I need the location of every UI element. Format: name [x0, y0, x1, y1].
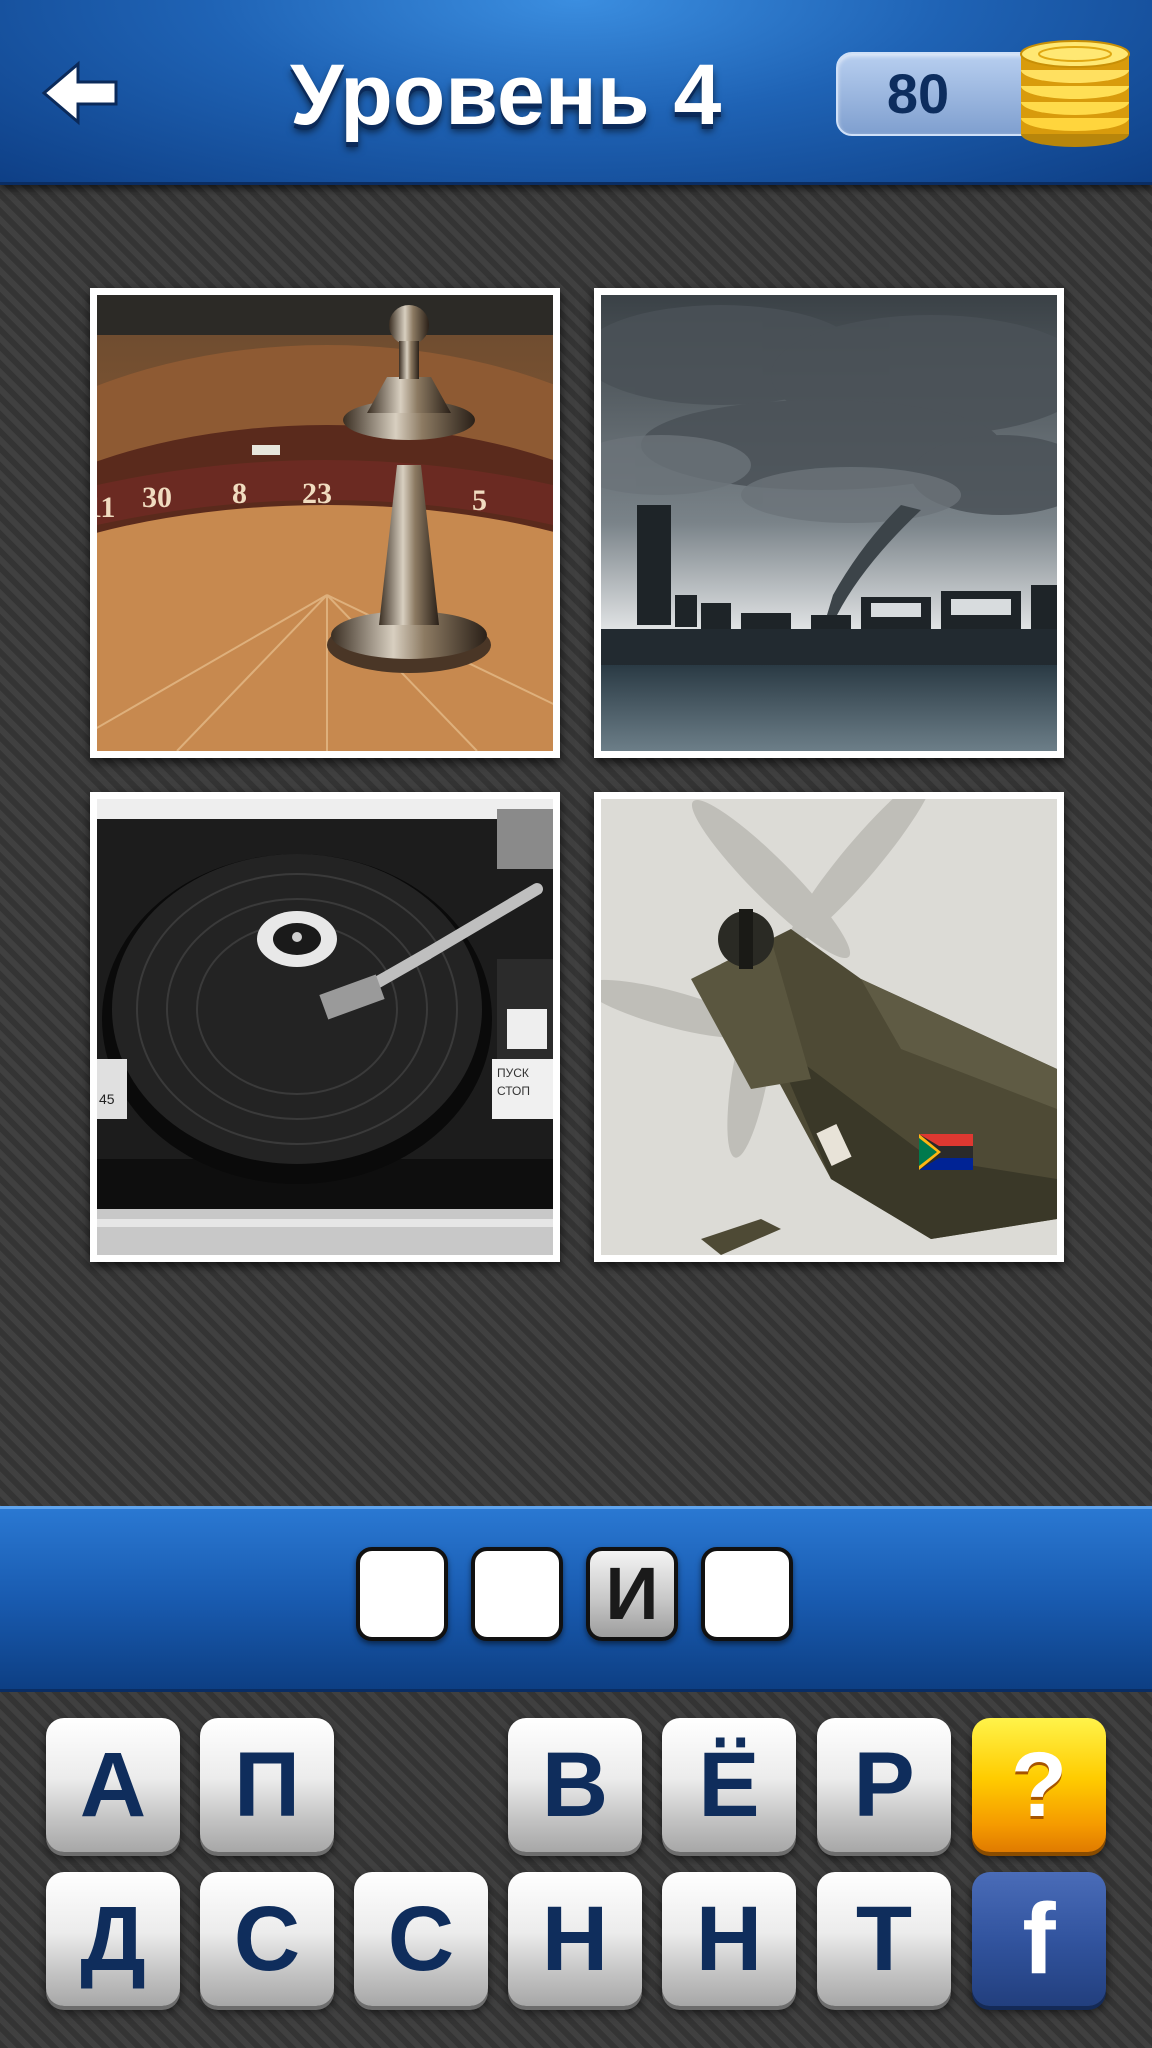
picture-turntable[interactable]: 45 ПУСК СТОП: [90, 792, 560, 1262]
answer-slot[interactable]: [471, 1547, 563, 1641]
roulette-image: 11 30 8 23 5: [97, 295, 553, 751]
letter-key[interactable]: Н: [662, 1872, 796, 2006]
letter-key[interactable]: Д: [46, 1872, 180, 2006]
picture-helicopter[interactable]: [594, 792, 1064, 1262]
answer-slot[interactable]: [701, 1547, 793, 1641]
coin-count: 80: [886, 62, 950, 125]
play-label: ПУСК: [497, 1066, 529, 1080]
tornado-image: [601, 295, 1057, 751]
facebook-button[interactable]: f: [972, 1872, 1106, 2006]
roulette-number: 30: [142, 481, 172, 514]
top-bar: Уровень 4 80: [0, 0, 1152, 185]
roulette-number: 8: [232, 477, 247, 510]
level-title: Уровень 4: [290, 47, 722, 143]
hint-button[interactable]: ?: [972, 1718, 1106, 1852]
letter-key[interactable]: П: [200, 1718, 334, 1852]
roulette-number: 5: [472, 484, 487, 517]
gold-coins-icon: [1020, 40, 1130, 147]
letter-key[interactable]: Н: [508, 1872, 642, 2006]
turntable-image: 45 ПУСК СТОП: [97, 799, 553, 1255]
helicopter-image: [601, 799, 1057, 1255]
answer-bar: И: [0, 1506, 1152, 1692]
letter-key[interactable]: С: [354, 1872, 488, 2006]
letter-key[interactable]: А: [46, 1718, 180, 1852]
letter-key[interactable]: Ё: [662, 1718, 796, 1852]
answer-slot[interactable]: И: [586, 1547, 678, 1641]
letter-key[interactable]: В: [508, 1718, 642, 1852]
speed-label: 45: [99, 1091, 115, 1107]
answer-slot[interactable]: [356, 1547, 448, 1641]
letter-key[interactable]: Т: [817, 1872, 951, 2006]
back-button[interactable]: [40, 58, 120, 128]
letter-key[interactable]: Р: [817, 1718, 951, 1852]
stop-label: СТОП: [497, 1084, 530, 1098]
back-arrow-icon: [41, 60, 118, 126]
roulette-number: 11: [97, 491, 115, 524]
picture-tornado[interactable]: [594, 288, 1064, 758]
picture-roulette[interactable]: 11 30 8 23 5: [90, 288, 560, 758]
letter-key[interactable]: С: [200, 1872, 334, 2006]
